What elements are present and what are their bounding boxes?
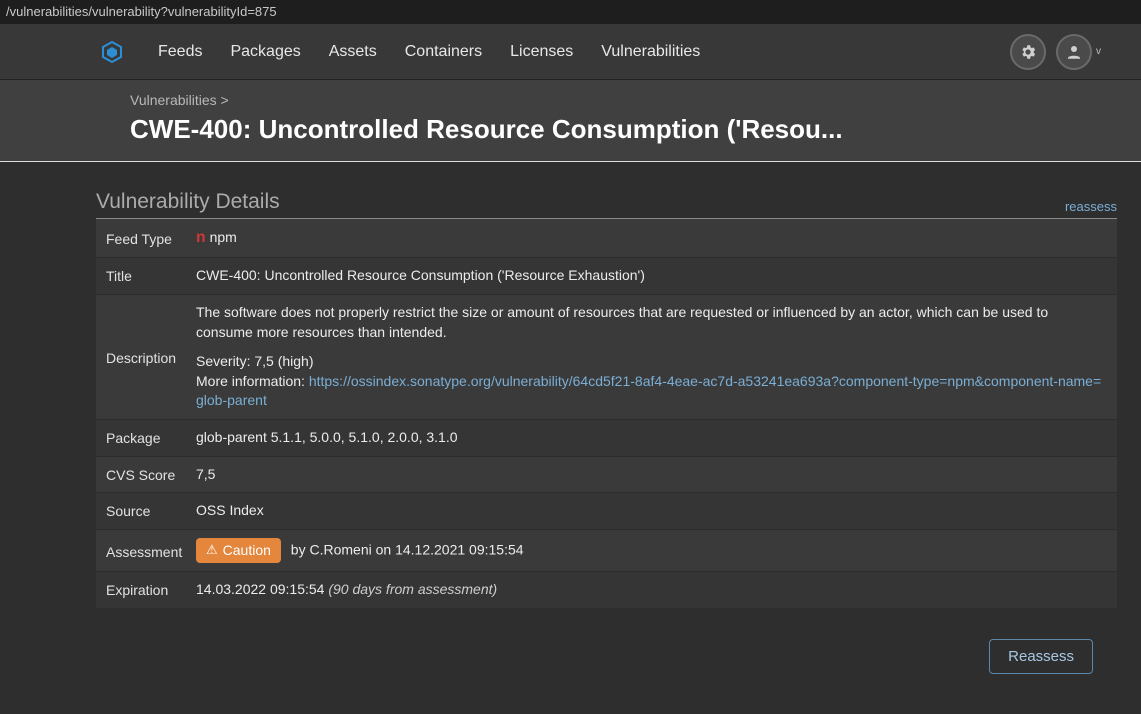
- assessment-by: by C.Romeni on 14.12.2021 09:15:54: [287, 541, 524, 557]
- row-feed-type: Feed Type nnpm: [96, 219, 1117, 258]
- more-info-prefix: More information:: [196, 373, 309, 389]
- reassess-link[interactable]: reassess: [1065, 199, 1117, 214]
- caution-badge: ⚠ Caution: [196, 538, 281, 564]
- nav-vulnerabilities[interactable]: Vulnerabilities: [601, 43, 700, 61]
- nav-assets[interactable]: Assets: [329, 43, 377, 61]
- nav-feeds[interactable]: Feeds: [158, 43, 202, 61]
- value-assessment: ⚠ Caution by C.Romeni on 14.12.2021 09:15…: [196, 538, 1107, 564]
- content: Vulnerability Details reassess Feed Type…: [0, 162, 1141, 714]
- breadcrumb: Vulnerabilities >: [130, 92, 1141, 108]
- warning-icon: ⚠: [206, 541, 218, 559]
- value-cvs-score: 7,5: [196, 465, 1107, 485]
- nav-licenses[interactable]: Licenses: [510, 43, 573, 61]
- value-package: glob-parent 5.1.1, 5.0.0, 5.1.0, 2.0.0, …: [196, 428, 1107, 448]
- description-severity: Severity: 7,5 (high): [196, 352, 1107, 372]
- breadcrumb-block: Vulnerabilities > CWE-400: Uncontrolled …: [0, 80, 1141, 162]
- logo-icon[interactable]: [100, 40, 124, 64]
- details-table: Feed Type nnpm Title CWE-400: Uncontroll…: [96, 219, 1117, 609]
- value-expiration: 14.03.2022 09:15:54 (90 days from assess…: [196, 580, 1107, 600]
- label-package: Package: [106, 428, 196, 446]
- expiration-date: 14.03.2022 09:15:54: [196, 581, 328, 597]
- page-title: CWE-400: Uncontrolled Resource Consumpti…: [130, 114, 1141, 145]
- description-more-info: More information: https://ossindex.sonat…: [196, 372, 1107, 411]
- row-title: Title CWE-400: Uncontrolled Resource Con…: [96, 258, 1117, 295]
- row-expiration: Expiration 14.03.2022 09:15:54 (90 days …: [96, 572, 1117, 609]
- value-source: OSS Index: [196, 501, 1107, 521]
- section-title: Vulnerability Details: [96, 190, 280, 214]
- more-info-link[interactable]: https://ossindex.sonatype.org/vulnerabil…: [196, 373, 1101, 409]
- top-nav: Feeds Packages Assets Containers License…: [0, 24, 1141, 80]
- nav-items: Feeds Packages Assets Containers License…: [158, 43, 1010, 61]
- expiration-note: (90 days from assessment): [328, 581, 497, 597]
- label-source: Source: [106, 501, 196, 519]
- breadcrumb-parent[interactable]: Vulnerabilities: [130, 92, 217, 108]
- nav-packages[interactable]: Packages: [230, 43, 300, 61]
- value-feed-type: nnpm: [196, 227, 1107, 249]
- address-bar: /vulnerabilities/vulnerability?vulnerabi…: [0, 0, 1141, 24]
- nav-containers[interactable]: Containers: [405, 43, 482, 61]
- footer-actions: Reassess: [96, 609, 1117, 674]
- label-expiration: Expiration: [106, 580, 196, 598]
- nav-right: v: [1010, 34, 1101, 70]
- user-icon: [1056, 34, 1092, 70]
- label-cvs-score: CVS Score: [106, 465, 196, 483]
- row-source: Source OSS Index: [96, 493, 1117, 530]
- row-package: Package glob-parent 5.1.1, 5.0.0, 5.1.0,…: [96, 420, 1117, 457]
- label-feed-type: Feed Type: [106, 229, 196, 247]
- breadcrumb-sep: >: [217, 92, 229, 108]
- row-description: Description The software does not proper…: [96, 295, 1117, 420]
- row-cvs-score: CVS Score 7,5: [96, 457, 1117, 494]
- row-assessment: Assessment ⚠ Caution by C.Romeni on 14.12…: [96, 530, 1117, 573]
- chevron-down-icon: v: [1096, 46, 1101, 57]
- feed-type-text: npm: [210, 229, 237, 245]
- user-menu[interactable]: v: [1056, 34, 1101, 70]
- caution-badge-text: Caution: [223, 541, 271, 561]
- npm-icon: n: [196, 229, 206, 247]
- label-assessment: Assessment: [106, 542, 196, 560]
- value-description: The software does not properly restrict …: [196, 303, 1107, 411]
- value-title: CWE-400: Uncontrolled Resource Consumpti…: [196, 266, 1107, 286]
- description-para: The software does not properly restrict …: [196, 303, 1107, 342]
- reassess-button[interactable]: Reassess: [989, 639, 1093, 674]
- gear-icon[interactable]: [1010, 34, 1046, 70]
- section-header: Vulnerability Details reassess: [96, 190, 1117, 219]
- label-title: Title: [106, 266, 196, 284]
- label-description: Description: [106, 348, 196, 366]
